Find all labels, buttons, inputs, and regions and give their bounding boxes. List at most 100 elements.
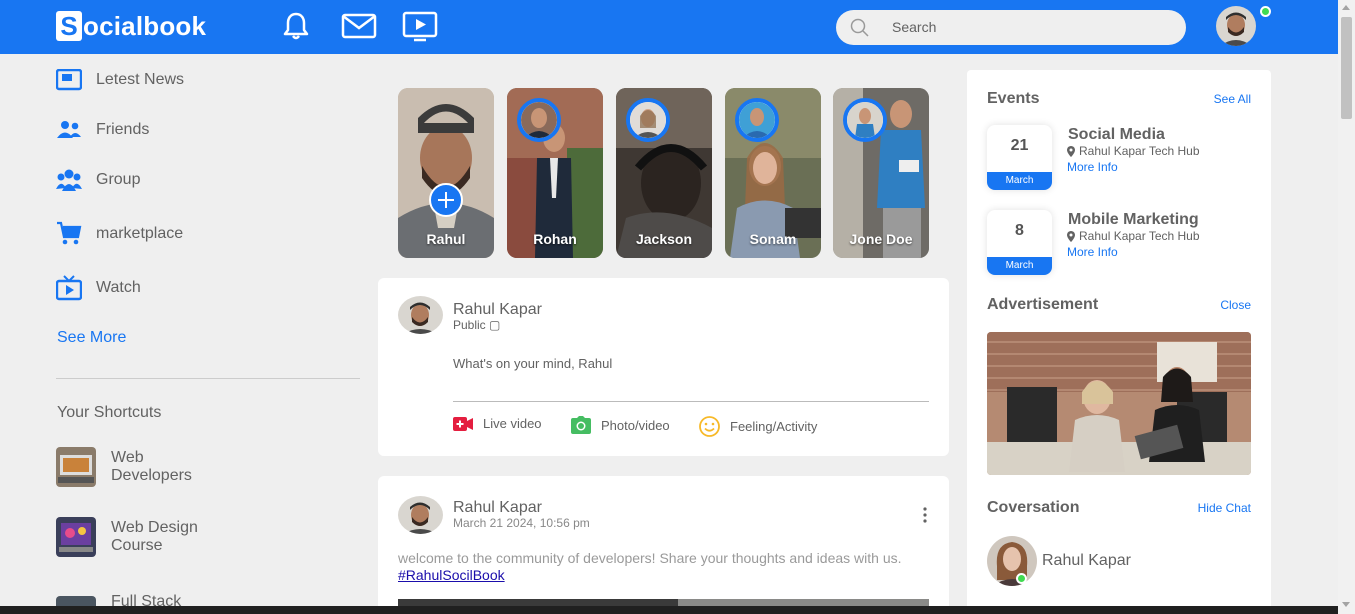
- more-options-icon[interactable]: [922, 507, 928, 528]
- sidebar-item-group[interactable]: Group: [56, 167, 140, 193]
- event-month: March: [987, 172, 1052, 190]
- smile-icon: [699, 416, 720, 437]
- sidebar-item-label: Watch: [96, 279, 141, 296]
- composer-divider: [453, 401, 929, 402]
- logo-text: ocialbook: [83, 10, 207, 41]
- action-label: Feeling/Activity: [730, 419, 818, 434]
- hide-chat-link[interactable]: Hide Chat: [1198, 501, 1251, 515]
- event-date: 21 March: [987, 125, 1052, 190]
- cart-icon: [56, 221, 82, 247]
- story-rahul[interactable]: Rahul: [398, 88, 494, 258]
- story-avatar: [735, 98, 779, 142]
- composer-avatar: [398, 296, 443, 334]
- search-bar[interactable]: [836, 10, 1186, 45]
- profile-avatar[interactable]: [1216, 6, 1256, 46]
- sidebar-item-watch[interactable]: Watch: [56, 275, 141, 301]
- sidebar-item-label: marketplace: [96, 225, 184, 242]
- story-avatar: [517, 98, 561, 142]
- online-status-dot: [1260, 6, 1271, 17]
- story-name: Rohan: [533, 231, 577, 247]
- search-input[interactable]: [892, 19, 1152, 35]
- events-title: Events: [987, 90, 1040, 107]
- live-video-button[interactable]: Live video: [453, 416, 542, 431]
- event-day: 21: [1010, 137, 1029, 154]
- top-navbar: S ocialbook: [0, 0, 1338, 54]
- event-location-text: Rahul Kapar Tech Hub: [1079, 229, 1200, 243]
- page-scrollbar[interactable]: [1338, 0, 1355, 614]
- sidebar-item-friends[interactable]: Friends: [56, 117, 149, 143]
- sidebar-item-label: Group: [96, 171, 141, 188]
- mail-icon[interactable]: [341, 10, 377, 42]
- story-avatar: [843, 98, 887, 142]
- story-jackson[interactable]: Jackson: [616, 88, 712, 258]
- sidebar-item-marketplace[interactable]: marketplace: [56, 221, 183, 247]
- event-location: Rahul Kapar Tech Hub: [1067, 144, 1200, 158]
- close-ad-link[interactable]: Close: [1220, 298, 1251, 312]
- chat-contact-avatar[interactable]: [987, 536, 1037, 586]
- privacy-selector[interactable]: Public ▢: [453, 318, 500, 332]
- right-sidebar: Events See All 21 March Social Media Rah…: [967, 70, 1271, 610]
- story-name: Sonam: [749, 231, 797, 247]
- event-more-info-link[interactable]: More Info: [1067, 245, 1118, 259]
- shortcut-thumbnail: [56, 517, 96, 557]
- post-timestamp: March 21 2024, 10:56 pm: [453, 516, 590, 530]
- post-body: welcome to the community of developers! …: [398, 550, 902, 566]
- chat-contact-name[interactable]: Rahul Kapar: [1042, 552, 1131, 570]
- logo-letter: S: [56, 11, 82, 41]
- story-rohan[interactable]: Rohan: [507, 88, 603, 258]
- add-story-button[interactable]: [429, 183, 463, 217]
- see-all-link[interactable]: See All: [1214, 92, 1251, 106]
- notification-bell-icon[interactable]: [280, 10, 316, 42]
- event-name: Social Media: [1068, 126, 1165, 143]
- event-name: Mobile Marketing: [1068, 211, 1199, 228]
- shortcuts-heading: Your Shortcuts: [57, 404, 162, 421]
- event-location-text: Rahul Kapar Tech Hub: [1079, 144, 1200, 158]
- composer-user-name: Rahul Kapar: [453, 301, 542, 318]
- news-icon: [56, 67, 82, 93]
- os-taskbar: [0, 606, 1338, 614]
- tv-icon: [56, 275, 82, 301]
- scroll-up-arrow-icon[interactable]: [1342, 5, 1350, 10]
- action-label: Photo/video: [601, 417, 670, 433]
- event-month: March: [987, 257, 1052, 275]
- story-avatar: [626, 98, 670, 142]
- sidebar-divider: [56, 378, 360, 379]
- shortcut-label: Web Design Course: [111, 519, 198, 554]
- story-jone-doe[interactable]: Jone Doe: [833, 88, 929, 258]
- sidebar-item-label: Letest News: [96, 71, 185, 88]
- see-more-link[interactable]: See More: [57, 329, 126, 347]
- event-more-info-link[interactable]: More Info: [1067, 160, 1118, 174]
- group-icon: [56, 167, 82, 193]
- sidebar-item-news[interactable]: Letest News: [56, 67, 184, 93]
- action-label: Live video: [483, 416, 542, 431]
- search-icon: [850, 18, 870, 43]
- friends-icon: [56, 117, 82, 143]
- story-name: Rahul: [426, 231, 466, 247]
- event-date: 8 March: [987, 210, 1052, 275]
- post-author-avatar[interactable]: [398, 496, 443, 534]
- advertisement-image[interactable]: [987, 332, 1251, 475]
- event-day: 8: [1015, 222, 1024, 239]
- map-pin-icon: [1067, 145, 1075, 157]
- live-video-icon: [453, 416, 473, 431]
- shortcut-thumbnail: [56, 447, 96, 487]
- story-name: Jone Doe: [849, 231, 913, 247]
- chat-online-dot: [1016, 573, 1027, 584]
- scroll-thumb[interactable]: [1341, 17, 1352, 119]
- post-composer: Rahul Kapar Public ▢ What's on your mind…: [378, 278, 949, 456]
- photo-video-button[interactable]: Photo/video: [571, 416, 670, 434]
- logo[interactable]: S ocialbook: [56, 10, 206, 42]
- advertisement-title: Advertisement: [987, 296, 1099, 313]
- video-play-icon[interactable]: [402, 10, 438, 42]
- camera-icon: [571, 416, 591, 434]
- post-author-name[interactable]: Rahul Kapar: [453, 499, 542, 517]
- post-card: Rahul Kapar March 21 2024, 10:56 pm welc…: [378, 476, 949, 614]
- shortcut-web-design-course[interactable]: Web Design Course: [56, 517, 221, 557]
- scroll-down-arrow-icon[interactable]: [1342, 602, 1350, 607]
- post-hashtag[interactable]: #RahulSocilBook: [398, 567, 505, 583]
- composer-input[interactable]: What's on your mind, Rahul: [453, 356, 612, 371]
- feeling-activity-button[interactable]: Feeling/Activity: [699, 416, 817, 437]
- shortcut-web-developers[interactable]: Web Developers: [56, 447, 221, 487]
- story-sonam[interactable]: Sonam: [725, 88, 821, 258]
- post-text: welcome to the community of developers! …: [398, 550, 928, 584]
